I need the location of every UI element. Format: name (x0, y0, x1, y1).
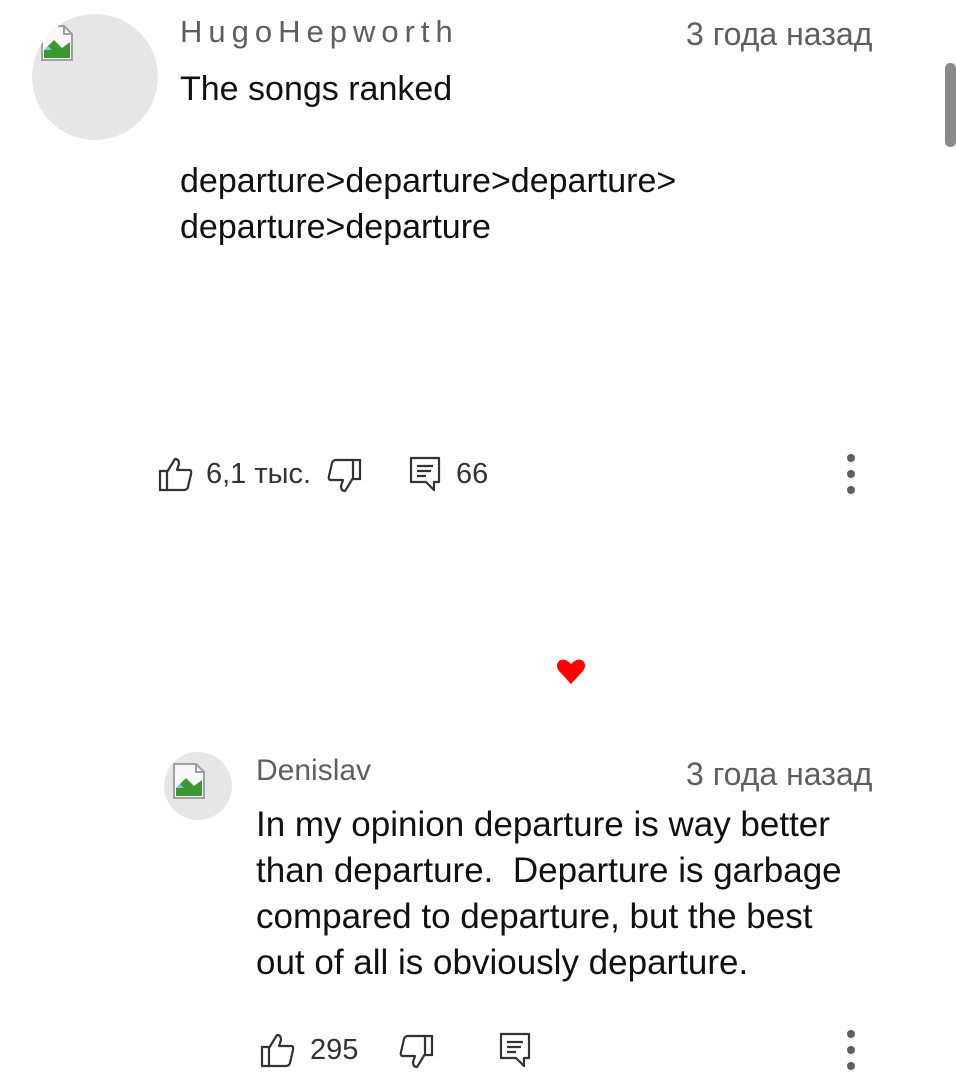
like-count: 6,1 тыс. (206, 457, 312, 490)
thumbs-up-icon (158, 457, 193, 492)
comment-text: The songs ranked departure>departure>dep… (180, 70, 677, 246)
like-button[interactable]: 295 (258, 1030, 358, 1070)
more-options-button[interactable] (844, 450, 858, 498)
comment-timestamp[interactable]: 3 года назад (686, 16, 872, 53)
more-vertical-icon (847, 1030, 855, 1070)
thumbs-up-icon (260, 1033, 295, 1068)
thumbs-down-icon (399, 1034, 434, 1069)
comment-author[interactable]: HugoHepworth (180, 14, 459, 50)
like-button[interactable]: 6,1 тыс. (156, 454, 311, 494)
like-count: 295 (310, 1033, 359, 1066)
reply-button[interactable]: 66 (408, 454, 488, 494)
avatar[interactable] (164, 752, 232, 820)
comments-page: HugoHepworth 3 года назад The songs rank… (0, 0, 956, 1080)
comment-actions: 295 (258, 1026, 878, 1076)
reply-button[interactable] (498, 1030, 532, 1070)
dislike-button[interactable] (324, 456, 364, 496)
comment-author[interactable]: Denislav (256, 754, 371, 788)
broken-image-icon (41, 25, 73, 61)
comment-timestamp[interactable]: 3 года назад (686, 756, 872, 793)
comment-icon (499, 1032, 531, 1068)
dislike-button[interactable] (396, 1032, 436, 1072)
broken-image-icon (173, 763, 205, 799)
scrollbar[interactable] (945, 63, 956, 147)
avatar[interactable] (32, 14, 158, 140)
more-vertical-icon (847, 454, 855, 494)
comment-actions: 6,1 тыс. 66 (156, 450, 876, 500)
reply-count: 66 (456, 457, 489, 490)
more-options-button[interactable] (844, 1026, 858, 1074)
comment-icon (409, 456, 441, 492)
thumbs-down-icon (327, 458, 362, 493)
comment-text: In my opinion departure is way better th… (256, 805, 842, 982)
heart-icon (557, 659, 585, 684)
